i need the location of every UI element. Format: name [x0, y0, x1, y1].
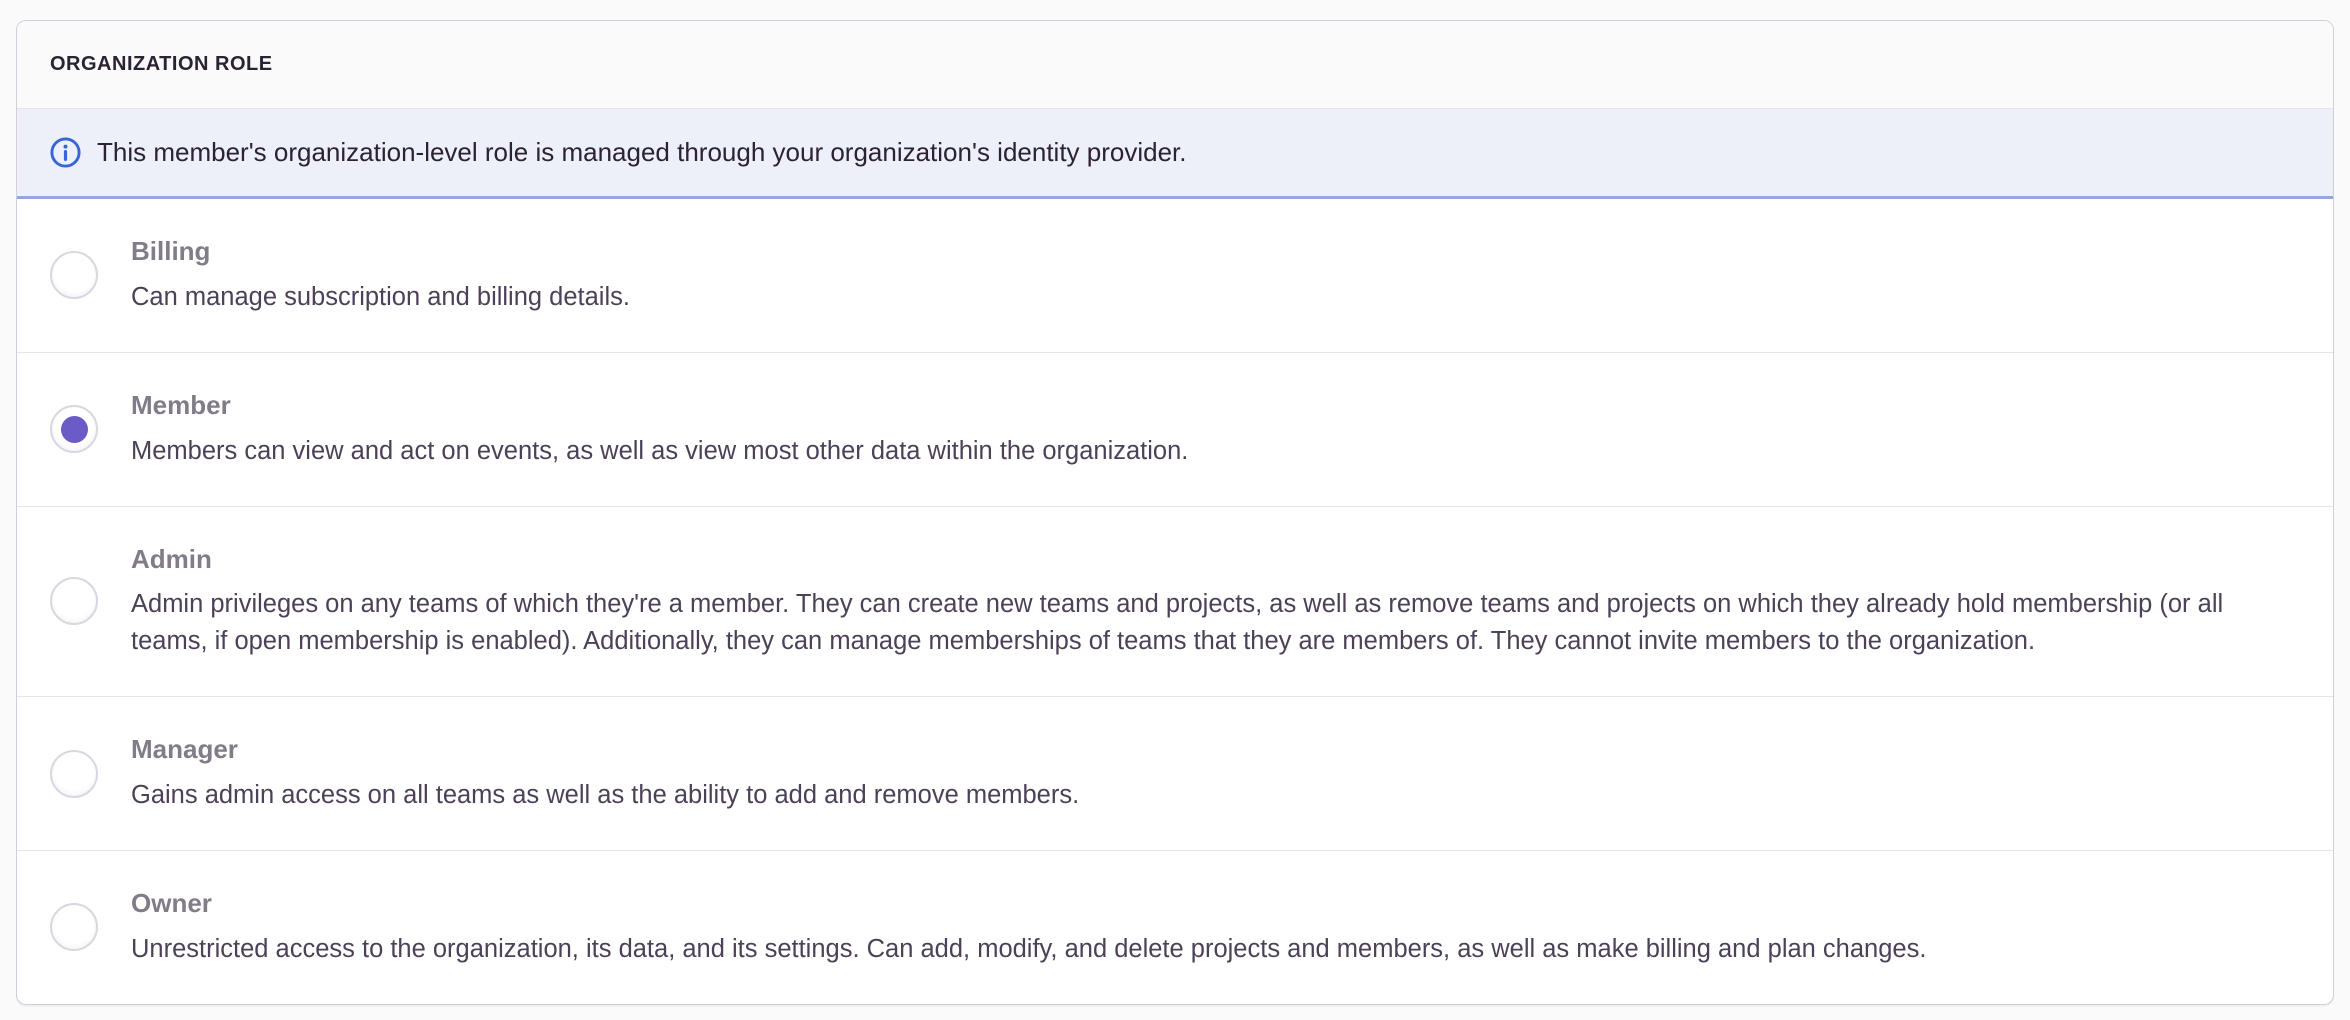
idp-managed-info-banner: This member's organization-level role is…	[17, 109, 2333, 199]
role-texts: Member Members can view and act on event…	[131, 389, 1188, 470]
organization-role-panel: ORGANIZATION ROLE This member's organiza…	[16, 20, 2334, 1005]
role-label: Owner	[131, 887, 1926, 921]
role-option-row-member[interactable]: Member Members can view and act on event…	[17, 353, 2333, 507]
role-option-row-admin[interactable]: Admin Admin privileges on any teams of w…	[17, 507, 2333, 698]
info-icon	[50, 137, 81, 168]
role-label: Admin	[131, 543, 2293, 577]
banner-message: This member's organization-level role is…	[97, 137, 1187, 168]
role-description: Unrestricted access to the organization,…	[131, 931, 1926, 968]
radio-selected-dot	[61, 416, 88, 443]
role-texts: Owner Unrestricted access to the organiz…	[131, 887, 1926, 968]
role-option-row-owner[interactable]: Owner Unrestricted access to the organiz…	[17, 851, 2333, 1004]
role-description: Admin privileges on any teams of which t…	[131, 586, 2293, 660]
role-radio-button[interactable]	[50, 405, 98, 453]
role-radio-button[interactable]	[50, 750, 98, 798]
role-description: Members can view and act on events, as w…	[131, 433, 1188, 470]
role-texts: Manager Gains admin access on all teams …	[131, 733, 1079, 814]
role-texts: Billing Can manage subscription and bill…	[131, 235, 630, 316]
role-option-row-manager[interactable]: Manager Gains admin access on all teams …	[17, 697, 2333, 851]
role-label: Manager	[131, 733, 1079, 767]
panel-header: ORGANIZATION ROLE	[17, 21, 2333, 109]
role-radio-button[interactable]	[50, 903, 98, 951]
role-label: Member	[131, 389, 1188, 423]
role-label: Billing	[131, 235, 630, 269]
role-description: Can manage subscription and billing deta…	[131, 279, 630, 316]
role-radio-button[interactable]	[50, 251, 98, 299]
role-texts: Admin Admin privileges on any teams of w…	[131, 543, 2293, 661]
role-options-list: Billing Can manage subscription and bill…	[17, 199, 2333, 1004]
role-option-row-billing[interactable]: Billing Can manage subscription and bill…	[17, 199, 2333, 353]
panel-title: ORGANIZATION ROLE	[50, 53, 273, 76]
role-description: Gains admin access on all teams as well …	[131, 777, 1079, 814]
role-radio-button[interactable]	[50, 577, 98, 625]
